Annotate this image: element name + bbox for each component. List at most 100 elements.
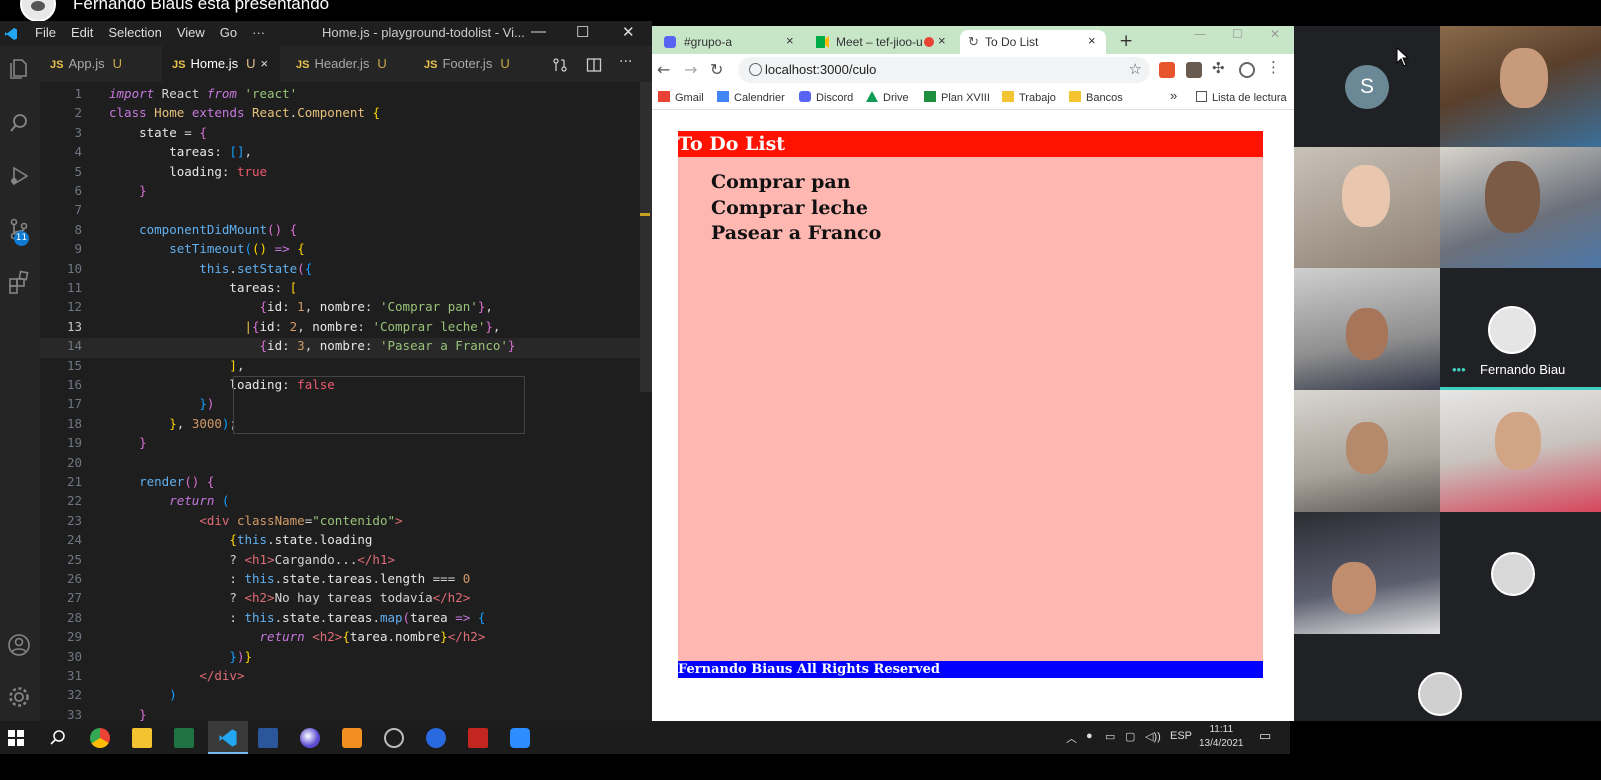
more-bookmarks-button[interactable]: » <box>1170 88 1177 103</box>
bookmark-label: Discord <box>816 92 854 104</box>
tab-label: Home.js <box>190 56 239 71</box>
excel-icon[interactable] <box>174 728 194 748</box>
menu-more[interactable]: ··· <box>252 25 265 40</box>
code-line: 29 return <h2>{tarea.nombre}</h2> <box>40 629 640 648</box>
browser-tab-todo[interactable]: ↻ To Do List × <box>960 30 1106 54</box>
line-number: 15 <box>66 357 82 373</box>
tab-close-icon[interactable]: × <box>786 33 794 48</box>
presenter-tile[interactable]: ••• Fernando Biau <box>1440 268 1601 390</box>
zoom-icon[interactable] <box>510 728 530 748</box>
address-bar[interactable]: localhost:3000/culo ☆ <box>738 57 1150 83</box>
new-tab-button[interactable]: + <box>1119 31 1133 51</box>
code-editor[interactable]: 1 import React from 'react' 2 class Home e… <box>40 82 652 722</box>
line-number: 5 <box>74 163 82 179</box>
browser-close-button[interactable]: ✕ <box>1270 27 1280 41</box>
site-info-icon[interactable] <box>749 63 762 76</box>
sublime-merge-icon[interactable] <box>342 728 362 748</box>
participant-tile[interactable]: S <box>1294 26 1440 147</box>
bookmark-trabajo[interactable]: Trabajo <box>1002 91 1056 104</box>
profile-sync-icon[interactable] <box>1239 62 1255 78</box>
language-indicator[interactable]: ESP <box>1170 730 1192 742</box>
windows-start-icon[interactable] <box>8 730 24 746</box>
chrome-taskbar-icon[interactable] <box>90 728 110 748</box>
browser-tab-meet[interactable]: Meet – tef-jioo-u × <box>814 30 956 54</box>
microphone-icon[interactable]: ● <box>1086 730 1093 742</box>
extension-icon-1[interactable] <box>1159 62 1175 78</box>
battery-icon[interactable]: ▭ <box>1105 730 1115 743</box>
forward-button[interactable]: → <box>684 60 697 79</box>
tab-close-icon[interactable]: × <box>261 56 269 71</box>
line-number: 18 <box>66 415 82 431</box>
bookmark-plan-xviii[interactable]: Plan XVIII <box>924 91 990 104</box>
bookmark-bancos[interactable]: Bancos <box>1069 91 1123 104</box>
menu-go[interactable]: Go <box>220 25 237 40</box>
menu-view[interactable]: View <box>177 25 205 40</box>
reload-button[interactable]: ↻ <box>710 60 723 79</box>
extensions-puzzle-icon[interactable]: ✣ <box>1212 59 1228 77</box>
tab-header-js[interactable]: JS Header.js U <box>296 46 416 82</box>
vscode-taskbar-icon[interactable] <box>218 728 238 748</box>
back-button[interactable]: ← <box>657 60 670 79</box>
open-changes-icon[interactable] <box>552 57 568 73</box>
vscode-logo-icon <box>5 28 17 40</box>
filezilla-icon[interactable] <box>468 728 488 748</box>
code-line: 32 ) <box>40 687 640 706</box>
participant-video[interactable] <box>1294 147 1440 268</box>
bookmark-discord[interactable]: Discord <box>799 91 853 104</box>
browser-menu-icon[interactable]: ⋮ <box>1266 58 1282 76</box>
participant-video[interactable] <box>1294 512 1440 634</box>
notifications-icon[interactable]: ▭ <box>1259 728 1271 744</box>
menu-edit[interactable]: Edit <box>71 25 93 40</box>
menu-selection[interactable]: Selection <box>108 25 161 40</box>
browser-tab-grupo-a[interactable]: #grupo-a × <box>662 30 804 54</box>
search-icon[interactable] <box>6 110 32 136</box>
reading-list-button[interactable]: Lista de lectura <box>1196 91 1287 104</box>
tab-close-icon[interactable]: × <box>938 33 946 48</box>
explorer-icon[interactable] <box>6 56 32 82</box>
participant-video[interactable] <box>1440 390 1601 512</box>
source-control-item[interactable]: 11 <box>0 216 40 256</box>
extensions-icon[interactable] <box>6 269 32 295</box>
system-clock[interactable]: 11:11 13/4/2021 <box>1199 723 1244 751</box>
word-icon[interactable] <box>258 728 278 748</box>
split-editor-icon[interactable] <box>586 57 602 73</box>
run-debug-icon[interactable] <box>6 163 32 189</box>
steam-icon[interactable] <box>384 728 404 748</box>
account-icon[interactable] <box>6 632 32 658</box>
menu-file[interactable]: File <box>35 25 56 40</box>
minimize-button[interactable]: — <box>531 23 546 40</box>
tab-home-js[interactable]: JS Home.js U × <box>162 46 280 82</box>
network-icon[interactable]: ▢ <box>1125 730 1135 743</box>
participant-tile[interactable] <box>1440 512 1601 634</box>
bookmark-calendrier[interactable]: Calendrier <box>717 91 785 104</box>
line-number: 12 <box>66 299 82 315</box>
settings-gear-icon[interactable] <box>6 684 32 710</box>
participant-tile[interactable] <box>1294 634 1601 721</box>
app-icon[interactable] <box>426 728 446 748</box>
browser-minimize-button[interactable]: — <box>1194 27 1206 41</box>
participant-video[interactable] <box>1294 268 1440 390</box>
file-explorer-icon[interactable] <box>132 728 152 748</box>
participant-video[interactable] <box>1294 390 1440 512</box>
tab-app-js[interactable]: JS App.js U <box>50 46 160 82</box>
participant-face <box>1500 48 1548 108</box>
editor-scrollbar[interactable] <box>640 82 652 392</box>
bookmark-star-icon[interactable]: ☆ <box>1129 60 1142 78</box>
app-icon[interactable] <box>300 728 320 748</box>
tab-close-icon[interactable]: × <box>1088 33 1096 48</box>
bookmark-gmail[interactable]: Gmail <box>658 91 704 104</box>
tray-expand-icon[interactable]: ︿ <box>1066 730 1077 746</box>
tab-footer-js[interactable]: JS Footer.js U <box>424 46 540 82</box>
close-window-button[interactable]: ✕ <box>622 23 635 41</box>
more-actions-icon[interactable]: ··· <box>619 54 632 70</box>
browser-maximize-button[interactable]: ☐ <box>1232 27 1243 41</box>
participant-video[interactable] <box>1440 26 1601 147</box>
maximize-button[interactable]: ☐ <box>576 23 589 41</box>
code-line: 1 import React from 'react' <box>40 86 640 105</box>
extension-icon-2[interactable] <box>1186 62 1202 78</box>
participant-video[interactable] <box>1440 147 1601 268</box>
discord-icon <box>799 91 811 102</box>
volume-icon[interactable]: ◁)) <box>1145 730 1161 743</box>
search-icon[interactable] <box>48 728 68 748</box>
bookmark-drive[interactable]: Drive <box>866 91 909 104</box>
